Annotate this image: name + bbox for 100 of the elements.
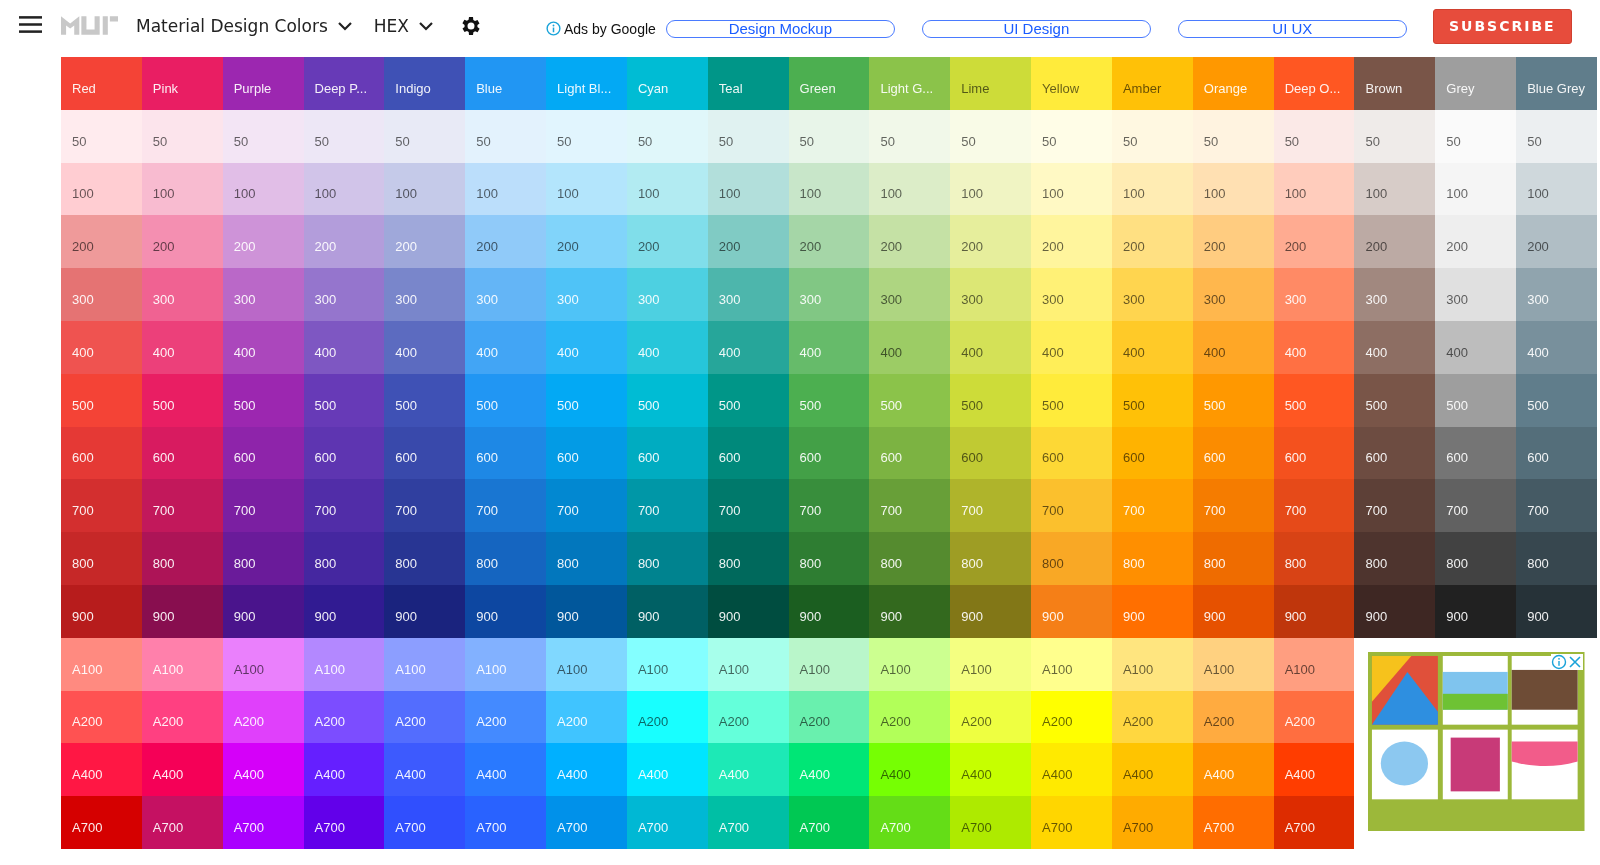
color-swatch[interactable]: 100 xyxy=(1435,162,1517,216)
color-swatch[interactable]: A400 xyxy=(222,743,304,797)
color-swatch[interactable]: 300 xyxy=(141,268,223,321)
color-swatch[interactable]: 100 xyxy=(1031,162,1112,216)
color-swatch[interactable]: 800 xyxy=(465,532,547,585)
color-swatch[interactable]: A700 xyxy=(950,796,1032,849)
color-swatch[interactable]: A200 xyxy=(303,690,385,744)
color-swatch[interactable]: 300 xyxy=(384,268,466,321)
color-swatch[interactable]: 900 xyxy=(1111,584,1193,638)
color-swatch[interactable]: 900 xyxy=(303,584,385,638)
color-swatch[interactable]: 800 xyxy=(1031,532,1112,585)
color-swatch[interactable]: A700 xyxy=(222,796,304,849)
color-swatch[interactable]: A200 xyxy=(384,690,466,744)
color-swatch[interactable]: 900 xyxy=(707,584,789,638)
color-swatch[interactable]: A200 xyxy=(465,690,547,744)
color-swatch[interactable]: 200 xyxy=(141,215,223,269)
color-swatch[interactable]: 800 xyxy=(788,532,870,585)
color-swatch[interactable]: A700 xyxy=(141,796,223,849)
color-swatch[interactable]: 700 xyxy=(303,479,385,533)
color-swatch[interactable]: 500 xyxy=(1031,373,1112,427)
color-swatch[interactable]: A100 xyxy=(1031,637,1112,691)
color-swatch[interactable]: 500 xyxy=(707,373,789,427)
format-dropdown[interactable]: HEX xyxy=(373,16,433,36)
color-swatch[interactable]: 900 xyxy=(1031,584,1112,638)
color-swatch[interactable]: 100 xyxy=(1273,162,1355,216)
color-swatch[interactable]: 100 xyxy=(950,162,1032,216)
color-swatch[interactable]: 400 xyxy=(465,321,547,374)
color-swatch[interactable]: 300 xyxy=(1111,268,1193,321)
color-swatch[interactable]: 50 xyxy=(869,109,951,163)
color-swatch[interactable]: 500 xyxy=(222,373,304,427)
color-swatch[interactable]: 500 xyxy=(61,373,142,427)
color-swatch[interactable]: 500 xyxy=(465,373,547,427)
color-swatch[interactable]: A700 xyxy=(1111,796,1193,849)
color-swatch[interactable]: 700 xyxy=(1435,479,1517,533)
color-swatch[interactable]: 900 xyxy=(1273,584,1355,638)
color-swatch[interactable]: 500 xyxy=(303,373,385,427)
color-swatch[interactable]: 50 xyxy=(303,109,385,163)
color-swatch[interactable]: 200 xyxy=(869,215,951,269)
color-swatch[interactable]: 900 xyxy=(788,584,870,638)
color-swatch[interactable]: 200 xyxy=(1192,215,1274,269)
color-swatch[interactable]: 400 xyxy=(869,321,951,374)
color-swatch[interactable]: 800 xyxy=(384,532,466,585)
color-swatch[interactable]: 200 xyxy=(707,215,789,269)
color-column-header[interactable]: Pink xyxy=(141,57,223,110)
color-column-header[interactable]: Yellow xyxy=(1031,57,1112,110)
color-swatch[interactable]: A700 xyxy=(546,796,627,849)
color-swatch[interactable]: 50 xyxy=(141,109,223,163)
color-swatch[interactable]: 400 xyxy=(384,321,466,374)
info-icon[interactable] xyxy=(1551,653,1567,670)
color-swatch[interactable]: 900 xyxy=(141,584,223,638)
color-swatch[interactable]: 500 xyxy=(1516,373,1597,427)
color-swatch[interactable]: A400 xyxy=(1273,743,1355,797)
color-column-header[interactable]: Lime xyxy=(950,57,1032,110)
color-swatch[interactable]: A700 xyxy=(1273,796,1355,849)
color-swatch[interactable]: 300 xyxy=(950,268,1032,321)
color-swatch[interactable]: 50 xyxy=(1273,109,1355,163)
color-swatch[interactable]: 400 xyxy=(61,321,142,374)
color-swatch[interactable]: 300 xyxy=(1192,268,1274,321)
color-swatch[interactable]: 600 xyxy=(1111,426,1193,480)
color-swatch[interactable]: 800 xyxy=(303,532,385,585)
color-swatch[interactable]: 700 xyxy=(1516,479,1597,533)
color-swatch[interactable]: 400 xyxy=(303,321,385,374)
color-swatch[interactable]: 100 xyxy=(546,162,627,216)
color-swatch[interactable]: 800 xyxy=(546,532,627,585)
color-swatch[interactable]: 50 xyxy=(61,109,142,163)
color-swatch[interactable]: 100 xyxy=(222,162,304,216)
color-swatch[interactable]: 700 xyxy=(1031,479,1112,533)
color-swatch[interactable]: A200 xyxy=(869,690,951,744)
color-swatch[interactable]: 50 xyxy=(465,109,547,163)
color-swatch[interactable]: 700 xyxy=(788,479,870,533)
color-swatch[interactable]: A400 xyxy=(141,743,223,797)
color-column-header[interactable]: Red xyxy=(61,57,142,110)
color-swatch[interactable]: 600 xyxy=(1031,426,1112,480)
color-swatch[interactable]: 700 xyxy=(222,479,304,533)
color-swatch[interactable]: 600 xyxy=(1435,426,1517,480)
color-swatch[interactable]: 600 xyxy=(465,426,547,480)
color-swatch[interactable]: A100 xyxy=(1273,637,1355,691)
color-swatch[interactable]: A100 xyxy=(707,637,789,691)
color-swatch[interactable]: 100 xyxy=(1516,162,1597,216)
color-column-header[interactable]: Green xyxy=(788,57,870,110)
color-swatch[interactable]: 500 xyxy=(384,373,466,427)
color-swatch[interactable]: 600 xyxy=(1516,426,1597,480)
color-swatch[interactable]: 700 xyxy=(141,479,223,533)
color-swatch[interactable]: 200 xyxy=(465,215,547,269)
color-swatch[interactable]: A200 xyxy=(1192,690,1274,744)
color-swatch[interactable]: 600 xyxy=(1273,426,1355,480)
color-swatch[interactable]: 600 xyxy=(384,426,466,480)
color-swatch[interactable]: 600 xyxy=(626,426,708,480)
color-swatch[interactable]: 100 xyxy=(707,162,789,216)
color-swatch[interactable]: 400 xyxy=(1273,321,1355,374)
color-swatch[interactable]: 50 xyxy=(707,109,789,163)
color-swatch[interactable]: 800 xyxy=(1192,532,1274,585)
color-swatch[interactable]: 600 xyxy=(788,426,870,480)
color-swatch[interactable]: A400 xyxy=(1031,743,1112,797)
color-swatch[interactable]: A700 xyxy=(1192,796,1274,849)
color-swatch[interactable]: 50 xyxy=(1435,109,1517,163)
color-swatch[interactable]: 50 xyxy=(546,109,627,163)
subscribe-button[interactable]: SUBSCRIBE xyxy=(1432,8,1572,44)
color-swatch[interactable]: A400 xyxy=(950,743,1032,797)
color-swatch[interactable]: 200 xyxy=(1516,215,1597,269)
